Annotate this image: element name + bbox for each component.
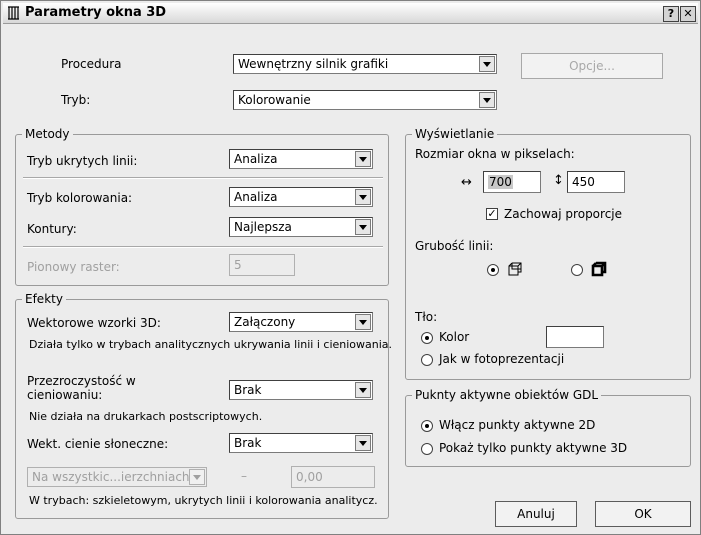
vector-patterns-value: Załączony — [234, 315, 296, 329]
footer-note: W trybach: szkieletowym, ukrytych linii … — [29, 494, 378, 507]
thin-line-radio[interactable] — [487, 264, 499, 276]
gdl-title: Puknty aktywne obiektów GDL — [412, 388, 602, 402]
height-input[interactable]: 450 — [567, 171, 625, 193]
cancel-button[interactable]: Anuluj — [495, 501, 577, 527]
procedura-select[interactable]: Wewnętrzny silnik grafiki — [233, 54, 497, 74]
metody-title: Metody — [22, 127, 73, 141]
sun-shadows-value: Brak — [234, 436, 262, 450]
contours-select[interactable]: Najlepsza — [229, 217, 373, 237]
thick-line-radio[interactable] — [571, 264, 583, 276]
gdl-2d-radio[interactable] — [421, 420, 433, 432]
bg-color-label: Kolor — [439, 330, 470, 344]
keep-proportions-label: Zachowaj proporcje — [504, 207, 623, 221]
vector-patterns-select[interactable]: Załączony — [229, 312, 373, 332]
height-arrow-icon: ↕ — [553, 173, 564, 188]
width-value: 700 — [488, 175, 513, 189]
gdl-3d-label: Pokaż tylko punkty aktywne 3D — [439, 441, 628, 455]
height-value: 450 — [572, 175, 595, 189]
title-bar: Parametry okna 3D ? ✕ — [3, 3, 698, 24]
hidden-lines-value: Analiza — [234, 152, 278, 166]
hidden-lines-select[interactable]: Analiza — [229, 149, 373, 169]
chevron-down-icon — [355, 151, 371, 167]
hidden-lines-label: Tryb ukrytych linii: — [27, 154, 138, 168]
procedura-label: Procedura — [61, 57, 122, 71]
raster-label: Pionowy raster: — [27, 260, 120, 274]
width-arrow-icon: ↔ — [461, 175, 472, 190]
chevron-down-icon — [355, 189, 371, 205]
surfaces-dash: – — [241, 469, 247, 483]
wyswietlanie-title: Wyświetlanie — [412, 127, 498, 141]
bg-photo-label: Jak w fotoprezentacji — [439, 352, 565, 366]
tryb-select[interactable]: Kolorowanie — [233, 90, 497, 110]
chevron-down-icon — [189, 469, 205, 485]
transparency-label-line1: Przezroczystość w — [27, 374, 136, 388]
width-input[interactable]: 700 — [483, 171, 541, 193]
transparency-value: Brak — [234, 383, 262, 397]
gdl-3d-radio[interactable] — [421, 443, 433, 455]
coloring-label: Tryb kolorowania: — [27, 191, 133, 205]
help-button[interactable]: ? — [663, 6, 679, 22]
line-thickness-label: Grubość linii: — [415, 239, 494, 253]
surfaces-amount-value: 0,00 — [296, 470, 323, 484]
app-icon — [8, 6, 19, 20]
thick-line-cube-icon — [591, 261, 607, 277]
bg-photo-radio[interactable] — [421, 354, 433, 366]
bg-color-radio[interactable] — [421, 332, 433, 344]
chevron-down-icon — [355, 314, 371, 330]
chevron-down-icon — [355, 382, 371, 398]
contours-label: Kontury: — [27, 222, 77, 236]
sun-shadows-label: Wekt. cienie słoneczne: — [27, 437, 169, 451]
size-label: Rozmiar okna w pikselach: — [415, 147, 575, 161]
surfaces-select[interactable]: Na wszystkic...ierzchniach — [27, 467, 207, 487]
chevron-down-icon — [355, 435, 371, 451]
raster-input[interactable]: 5 — [229, 254, 295, 276]
chevron-down-icon — [479, 56, 495, 72]
sun-shadows-select[interactable]: Brak — [229, 433, 373, 453]
thin-line-cube-icon — [508, 262, 522, 276]
coloring-value: Analiza — [234, 190, 278, 204]
gdl-2d-label: Włącz punkty aktywne 2D — [439, 418, 596, 432]
transparency-label-line2: cieniowaniu: — [27, 388, 103, 402]
bg-color-swatch[interactable] — [546, 326, 604, 348]
transparency-select[interactable]: Brak — [229, 380, 373, 400]
coloring-select[interactable]: Analiza — [229, 187, 373, 207]
contours-value: Najlepsza — [234, 220, 292, 234]
vector-patterns-label: Wektorowe wzorki 3D: — [27, 316, 161, 330]
surfaces-value: Na wszystkic...ierzchniach — [32, 470, 190, 484]
raster-value: 5 — [234, 258, 242, 272]
transparency-note: Nie działa na drukarkach postscriptowych… — [29, 410, 263, 423]
tryb-value: Kolorowanie — [238, 93, 311, 107]
vector-patterns-note: Działa tylko w trybach analitycznych ukr… — [29, 338, 393, 351]
divider — [23, 177, 383, 179]
surfaces-amount-input[interactable]: 0,00 — [291, 466, 375, 488]
close-button[interactable]: ✕ — [680, 6, 696, 22]
window-title: Parametry okna 3D — [25, 5, 167, 20]
chevron-down-icon — [355, 219, 371, 235]
procedura-value: Wewnętrzny silnik grafiki — [238, 57, 389, 71]
options-button[interactable]: Opcje... — [521, 53, 663, 79]
efekty-title: Efekty — [22, 292, 66, 306]
divider — [23, 246, 383, 248]
tlo-label: Tło: — [415, 310, 438, 324]
ok-button[interactable]: OK — [595, 501, 691, 527]
dialog-window: Parametry okna 3D ? ✕ Procedura Wewnętrz… — [0, 0, 701, 535]
tryb-label: Tryb: — [61, 93, 91, 107]
keep-proportions-checkbox[interactable]: ✓ — [486, 208, 498, 220]
chevron-down-icon — [479, 92, 495, 108]
